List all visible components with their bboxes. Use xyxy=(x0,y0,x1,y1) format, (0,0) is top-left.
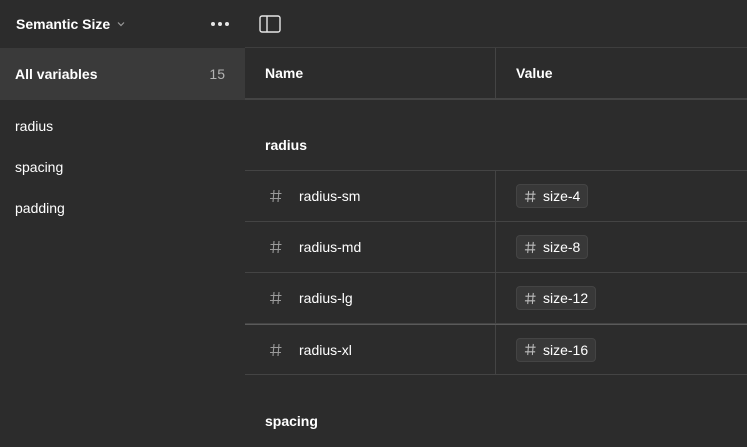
column-header-value[interactable]: Value xyxy=(496,48,747,98)
more-dot xyxy=(218,22,222,26)
group-heading-radius: radius xyxy=(245,100,747,171)
table-header: Name Value xyxy=(245,48,747,100)
alias-value-chip[interactable]: size-12 xyxy=(516,286,597,310)
collection-title: Semantic Size xyxy=(16,16,111,32)
table-row[interactable]: radius-sm size-4 xyxy=(245,171,747,222)
alias-value-chip[interactable]: size-4 xyxy=(516,184,589,208)
variable-name-cell[interactable]: radius-xl xyxy=(245,325,496,374)
variable-name: radius-sm xyxy=(299,188,361,204)
alias-value-chip[interactable]: size-8 xyxy=(516,235,589,259)
variable-name: radius-xl xyxy=(299,341,352,358)
variable-value-cell: size-4 xyxy=(496,171,747,221)
hash-icon xyxy=(270,240,282,254)
table-row[interactable]: radius-md size-8 xyxy=(245,222,747,273)
sidebar-panel-icon xyxy=(259,14,281,33)
sidebar-item-spacing[interactable]: spacing xyxy=(0,146,245,187)
variable-value-cell: size-16 xyxy=(496,325,747,374)
sidebar-header: Semantic Size xyxy=(0,0,245,48)
hash-icon xyxy=(524,241,536,253)
hash-icon xyxy=(270,343,282,356)
alias-value-label: size-4 xyxy=(543,188,581,204)
table-row[interactable]: radius-xl size-16 xyxy=(245,324,747,375)
alias-value-label: size-16 xyxy=(543,341,589,358)
group-heading-spacing: spacing xyxy=(265,413,318,429)
sidebar-item-radius[interactable]: radius xyxy=(0,105,245,146)
chevron-down-icon xyxy=(117,22,125,27)
all-variables-count: 15 xyxy=(209,66,225,82)
more-options-button[interactable] xyxy=(209,14,231,34)
toolbar xyxy=(245,0,747,48)
variables-window: Semantic Size All variables 15 radius sp… xyxy=(0,0,747,447)
collection-picker[interactable]: Semantic Size xyxy=(16,16,126,32)
hash-icon xyxy=(524,292,536,304)
more-dot xyxy=(225,22,229,26)
toggle-sidebar-button[interactable] xyxy=(259,14,281,34)
column-header-name[interactable]: Name xyxy=(245,48,496,98)
variable-value-cell: size-12 xyxy=(496,273,747,323)
variable-value-cell: size-8 xyxy=(496,222,747,272)
alias-value-label: size-8 xyxy=(543,239,581,255)
hash-icon xyxy=(524,190,536,202)
alias-value-chip[interactable]: size-16 xyxy=(516,337,597,362)
sidebar-group-list: radius spacing padding xyxy=(0,100,245,228)
hash-icon xyxy=(270,189,282,203)
sidebar: Semantic Size All variables 15 radius sp… xyxy=(0,0,245,447)
table-row[interactable]: radius-lg size-12 xyxy=(245,273,747,324)
variable-name-cell[interactable]: radius-lg xyxy=(245,273,496,323)
variables-table-panel: Name Value radius radius-sm size-4 radiu… xyxy=(245,0,747,447)
sidebar-item-padding[interactable]: padding xyxy=(0,187,245,228)
sidebar-item-all-variables[interactable]: All variables 15 xyxy=(0,48,245,100)
more-horizontal-icon xyxy=(211,22,215,26)
all-variables-label: All variables xyxy=(15,66,98,82)
alias-value-label: size-12 xyxy=(543,290,589,306)
variable-name: radius-md xyxy=(299,239,362,255)
hash-icon xyxy=(270,291,282,305)
variable-name-cell[interactable]: radius-sm xyxy=(245,171,496,221)
variable-name-cell[interactable]: radius-md xyxy=(245,222,496,272)
hash-icon xyxy=(524,343,536,356)
variable-name: radius-lg xyxy=(299,290,353,306)
